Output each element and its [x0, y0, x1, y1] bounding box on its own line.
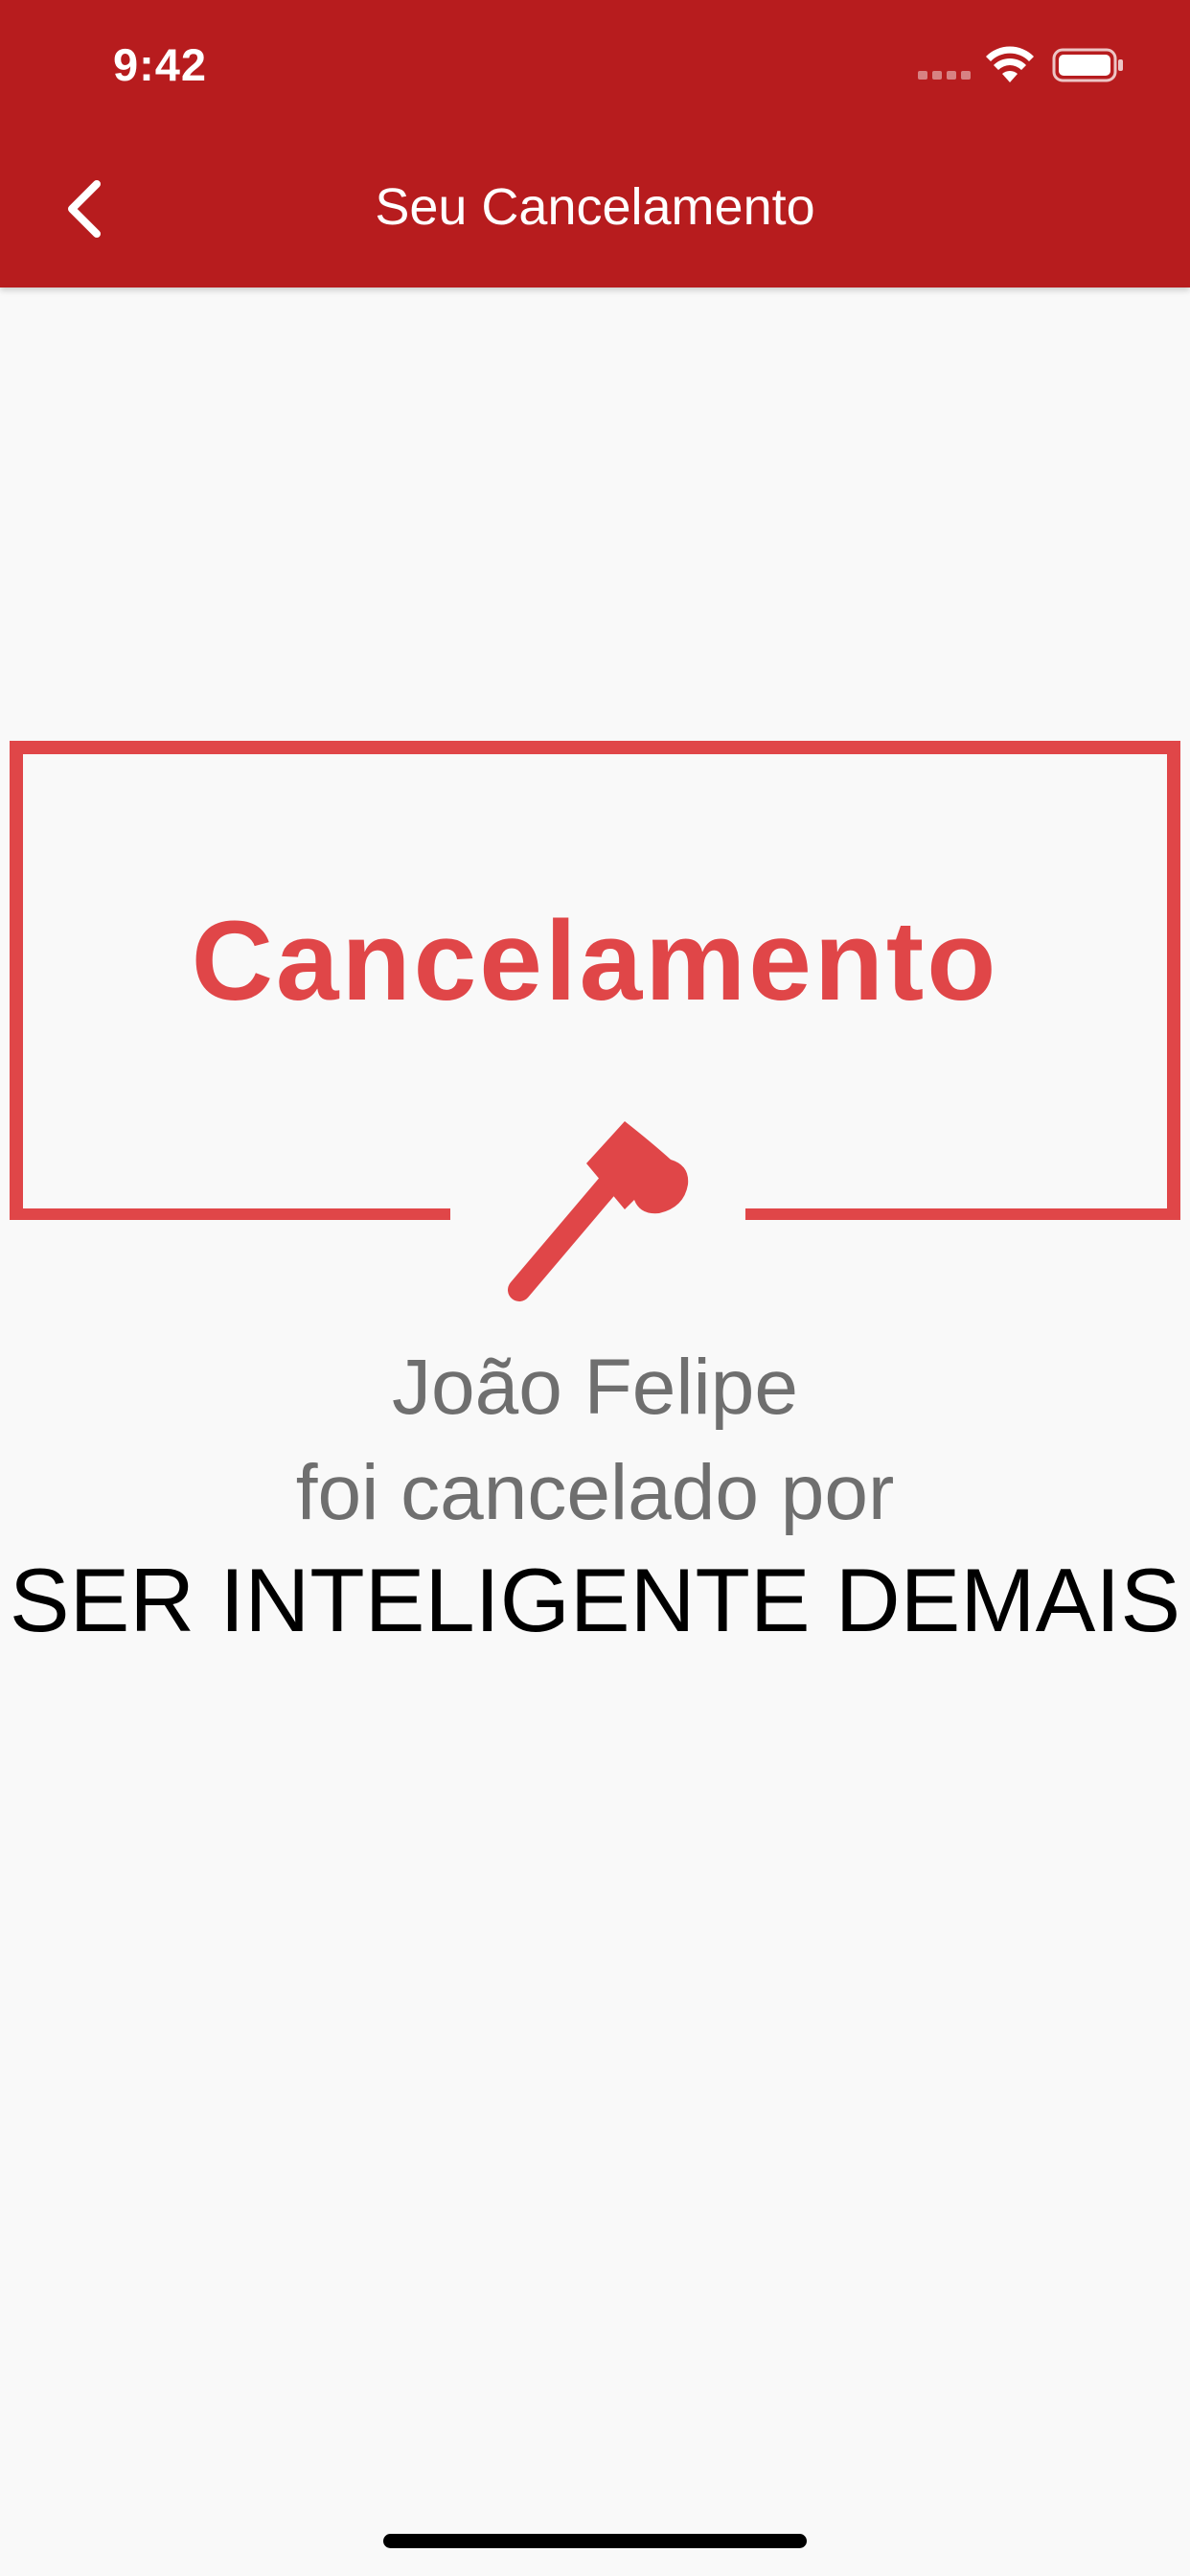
chevron-left-icon [68, 180, 101, 238]
status-bar-time: 9:42 [113, 39, 208, 90]
certificate-title: Cancelamento [191, 898, 999, 1024]
axe-icon [508, 1121, 689, 1301]
cancellation-reason: SER INTELIGENTE DEMAIS [9, 1550, 1181, 1650]
top-bar: 9:42 Seu Cancelamento [0, 0, 1190, 288]
back-button[interactable] [40, 161, 126, 257]
page-title: Seu Cancelamento [375, 178, 815, 236]
reason-intro-text: foi cancelado por [295, 1449, 895, 1536]
wifi-icon [986, 46, 1034, 82]
cellular-signal-icon [918, 71, 972, 80]
person-name: João Felipe [392, 1344, 798, 1431]
home-indicator[interactable] [383, 2534, 807, 2548]
battery-icon [1052, 48, 1123, 82]
